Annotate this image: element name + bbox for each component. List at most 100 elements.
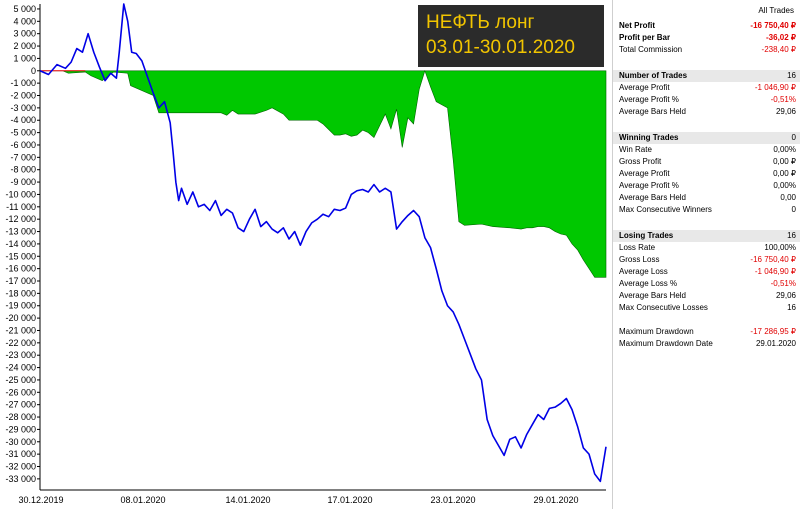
stat-row: Max Consecutive Winners 0 bbox=[613, 204, 800, 216]
stat-row: Total Commission -238,40 ₽ bbox=[613, 44, 800, 56]
y-tick-label: -11 000 bbox=[6, 202, 36, 212]
y-tick-label: -3 000 bbox=[10, 103, 36, 113]
stat-value: 0,00 ₽ bbox=[773, 157, 796, 166]
x-tick-label: 14.01.2020 bbox=[225, 495, 270, 505]
x-tick-label: 23.01.2020 bbox=[430, 495, 475, 505]
stat-row: Average Profit -1 046,90 ₽ bbox=[613, 82, 800, 94]
stat-row: Maximum Drawdown -17 286,95 ₽ bbox=[613, 326, 800, 338]
stat-row: Average Bars Held 0,00 bbox=[613, 192, 800, 204]
stat-value: 100,00% bbox=[764, 243, 796, 252]
y-tick-label: 4 000 bbox=[13, 16, 36, 26]
y-tick-label: -17 000 bbox=[5, 276, 36, 286]
y-tick-label: -21 000 bbox=[5, 325, 36, 335]
chart-canvas: 5 000 4 000 3 000 2 000 1 000 0 -1 000 -2 000 -3… bbox=[5, 3, 607, 505]
section-header-label: Winning Trades bbox=[619, 133, 679, 142]
stat-value: 0,00% bbox=[773, 145, 796, 154]
chart-title-box: НЕФТЬ лонг 03.01-30.01.2020 bbox=[418, 5, 604, 67]
y-tick-label: -20 000 bbox=[5, 313, 36, 323]
stat-label: Maximum Drawdown Date bbox=[619, 339, 713, 348]
x-tick-label: 08.01.2020 bbox=[120, 495, 165, 505]
y-tick-label: -25 000 bbox=[5, 375, 36, 385]
y-tick-label: -19 000 bbox=[5, 301, 36, 311]
y-tick-label: -32 000 bbox=[5, 462, 36, 472]
stat-value: -16 750,40 ₽ bbox=[750, 255, 796, 264]
stat-row: Average Loss % -0,51% bbox=[613, 278, 800, 290]
section-header-value: 0 bbox=[791, 133, 796, 142]
stat-value: 0,00 bbox=[780, 193, 796, 202]
section-header-label: Number of Trades bbox=[619, 71, 688, 80]
x-axis-ticks: 30.12.2019 08.01.2020 14.01.2020 17.01.2020… bbox=[18, 495, 578, 505]
y-tick-label: -6 000 bbox=[10, 140, 36, 150]
stat-value: 29,06 bbox=[775, 291, 796, 300]
stat-row: Gross Loss -16 750,40 ₽ bbox=[613, 254, 800, 266]
stat-value: -16 750,40 ₽ bbox=[750, 21, 796, 30]
y-tick-label: -22 000 bbox=[5, 338, 36, 348]
stat-row: Net Profit -16 750,40 ₽ bbox=[613, 20, 800, 32]
stat-value: -0,51% bbox=[770, 95, 796, 104]
y-tick-label: -18 000 bbox=[5, 288, 36, 298]
stat-label: Max Consecutive Losses bbox=[619, 303, 708, 312]
y-tick-label: -23 000 bbox=[5, 350, 36, 360]
stat-value: 0 bbox=[791, 205, 796, 214]
y-tick-label: -14 000 bbox=[5, 239, 36, 249]
stat-value: -17 286,95 ₽ bbox=[750, 327, 796, 336]
stat-row: Average Bars Held 29,06 bbox=[613, 106, 800, 118]
y-tick-label: -13 000 bbox=[5, 227, 36, 237]
stat-label: Average Profit bbox=[619, 169, 670, 178]
stat-label: Profit per Bar bbox=[619, 33, 671, 42]
stat-value: 0,00% bbox=[773, 181, 796, 190]
x-tick-label: 17.01.2020 bbox=[327, 495, 372, 505]
y-axis-ticks: 5 000 4 000 3 000 2 000 1 000 0 -1 000 -2 000 -3… bbox=[5, 4, 40, 484]
stat-value: -36,02 ₽ bbox=[766, 33, 796, 42]
stat-label: Win Rate bbox=[619, 145, 652, 154]
y-tick-label: 2 000 bbox=[13, 41, 36, 51]
stats-body: Net Profit -16 750,40 ₽ Profit per Bar -36,… bbox=[613, 20, 800, 350]
equity-chart: 5 000 4 000 3 000 2 000 1 000 0 -1 000 -2 000 -3… bbox=[0, 0, 612, 509]
y-tick-label: -9 000 bbox=[10, 177, 36, 187]
stat-label: Net Profit bbox=[619, 21, 655, 30]
stat-row: Average Loss -1 046,90 ₽ bbox=[613, 266, 800, 278]
y-tick-label: -1 000 bbox=[10, 78, 36, 88]
y-tick-label: -26 000 bbox=[5, 387, 36, 397]
stat-label: Average Profit % bbox=[619, 95, 679, 104]
chart-title-instrument: НЕФТЬ лонг bbox=[426, 12, 535, 33]
drawdown-area bbox=[40, 69, 607, 278]
y-tick-label: -15 000 bbox=[5, 251, 36, 261]
y-tick-label: 0 bbox=[31, 66, 36, 76]
y-tick-label: -12 000 bbox=[5, 214, 36, 224]
y-tick-label: -30 000 bbox=[5, 437, 36, 447]
stat-value: 0,00 ₽ bbox=[773, 169, 796, 178]
stat-label: Gross Loss bbox=[619, 255, 660, 264]
stat-label: Maximum Drawdown bbox=[619, 327, 694, 336]
stat-row: Loss Rate 100,00% bbox=[613, 242, 800, 254]
stat-value: -0,51% bbox=[770, 279, 796, 288]
stat-row: Average Bars Held 29,06 bbox=[613, 290, 800, 302]
stat-value: -238,40 ₽ bbox=[761, 45, 796, 54]
section-header-value: 16 bbox=[787, 231, 796, 240]
stat-row: Average Profit 0,00 ₽ bbox=[613, 168, 800, 180]
y-tick-label: -4 000 bbox=[10, 115, 36, 125]
stat-value: -1 046,90 ₽ bbox=[754, 267, 796, 276]
stat-row: Win Rate 0,00% bbox=[613, 144, 800, 156]
y-tick-label: -29 000 bbox=[5, 424, 36, 434]
y-tick-label: 5 000 bbox=[13, 4, 36, 14]
stat-label: Gross Profit bbox=[619, 157, 662, 166]
y-tick-label: 1 000 bbox=[13, 53, 36, 63]
stat-value: 16 bbox=[787, 303, 796, 312]
stat-value: 29.01.2020 bbox=[755, 339, 796, 348]
stats-section-header: Number of Trades 16 bbox=[613, 70, 800, 82]
y-tick-label: -5 000 bbox=[10, 128, 36, 138]
stats-column-header: All Trades bbox=[758, 6, 794, 15]
stat-row: Average Profit % -0,51% bbox=[613, 94, 800, 106]
stat-label: Average Bars Held bbox=[619, 193, 686, 202]
y-tick-label: -24 000 bbox=[5, 363, 36, 373]
stat-label: Average Bars Held bbox=[619, 107, 686, 116]
stat-row: Profit per Bar -36,02 ₽ bbox=[613, 32, 800, 44]
drawdown-area-layer bbox=[40, 69, 607, 278]
y-tick-label: -28 000 bbox=[5, 412, 36, 422]
stat-label: Total Commission bbox=[619, 45, 683, 54]
statistics-panel: All Trades Net Profit -16 750,40 ₽ Profit … bbox=[612, 0, 800, 509]
section-header-value: 16 bbox=[787, 71, 796, 80]
